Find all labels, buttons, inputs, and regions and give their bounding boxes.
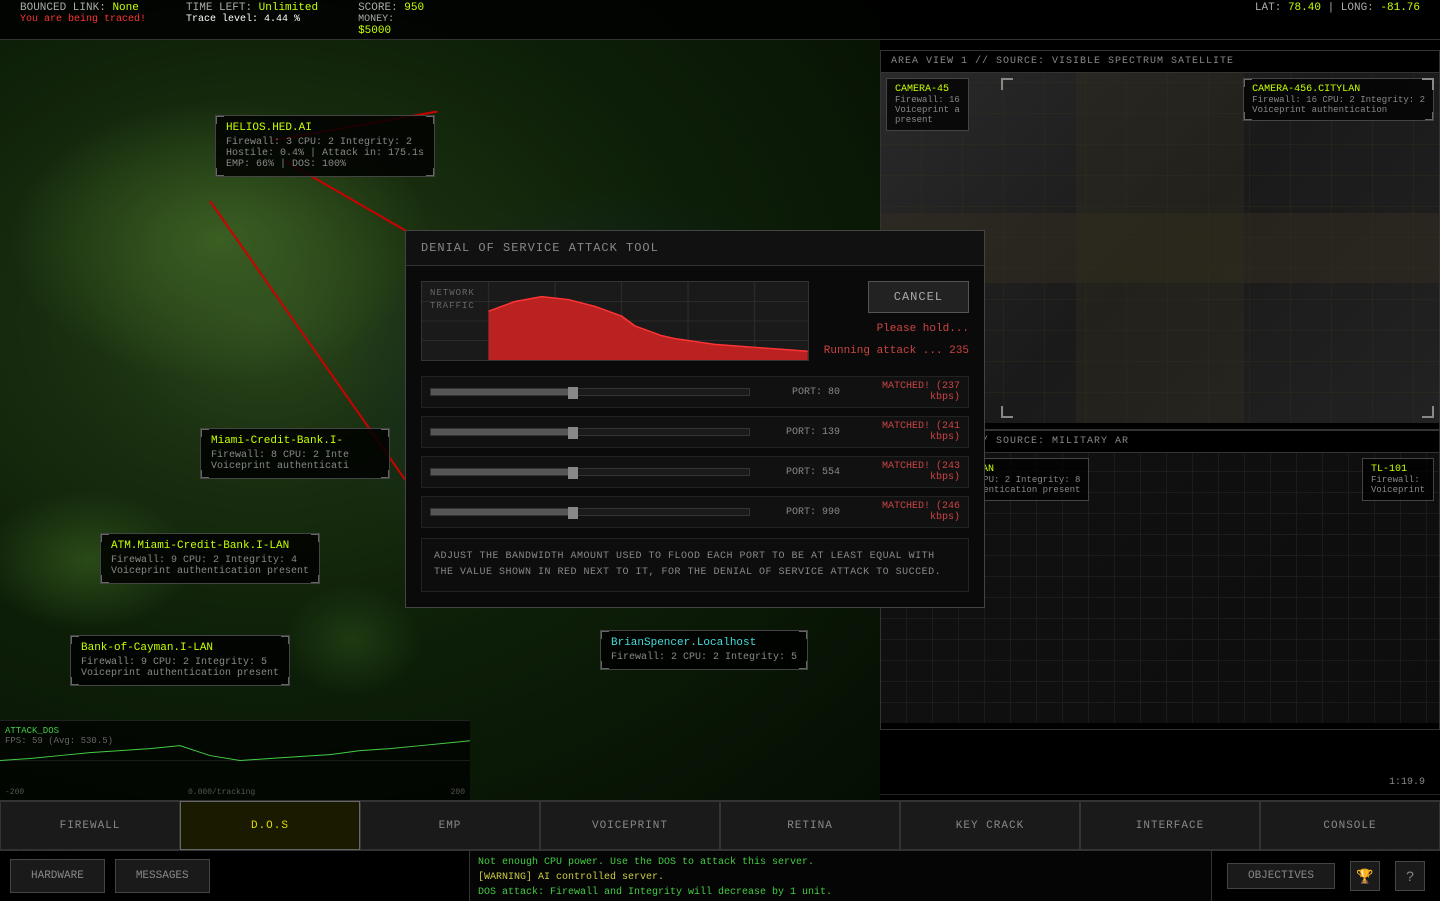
bottom-bar: Firewall D.O.S EMP Voiceprint Retina Key… [0,800,1440,900]
score-info: Score: 950 Money: $5000 [358,2,424,37]
coordinates: LAT: 78.40 | Long: -81.76 [1255,2,1420,37]
trophy-icon-button[interactable]: 🏆 [1350,861,1380,891]
slider-handle-0[interactable] [568,387,578,399]
dos-modal: Denial Of Service attack tool Network Tr… [405,230,985,608]
node-miami-credit[interactable]: Miami-Credit-Bank.I- Firewall: 8 CPU: 2 … [200,428,390,479]
bottom-graph: ATTACK_DOS FPS: 59 (Avg: 530.5) -200 0.0… [0,720,470,800]
node-bank-cayman[interactable]: Bank-of-Cayman.I-LAN Firewall: 9 CPU: 2 … [70,635,290,686]
dos-status-line1: Please hold... [877,323,969,335]
message-3: DOS attack: Firewall and Integrity will … [478,885,1203,900]
slider-track-2[interactable] [430,468,750,476]
traffic-chart: Network Traffic [421,281,809,361]
port-status-0: MATCHED! (237 kbps) [850,381,960,403]
message-1: Not enough CPU power. Use the DOS to att… [478,855,1203,870]
dos-instructions: Adjust the bandwidth amount used to floo… [421,538,969,592]
toolbar-dos[interactable]: D.O.S [180,801,360,850]
area-2-node-tl101[interactable]: TL-101 Firewall: Voiceprint [1362,458,1434,501]
bottom-right: Objectives 🏆 ? [1212,851,1440,901]
time-info: Time left: Unlimited Trace level: 4.44 % [186,2,318,37]
toolbar-key-crack[interactable]: Key Crack [900,801,1080,850]
slider-track-0[interactable] [430,388,750,396]
bounced-link: Bounced link: None You are being traced! [20,2,146,37]
port-status-2: MATCHED! (243 kbps) [850,461,960,483]
dos-title: Denial Of Service attack tool [406,231,984,266]
node-atm-miami[interactable]: ATM.Miami-Credit-Bank.I-LAN Firewall: 9 … [100,533,320,584]
slider-track-3[interactable] [430,508,750,516]
messages-button[interactable]: Messages [115,859,210,893]
port-row-2: PORT: 554 MATCHED! (243 kbps) [421,456,969,488]
port-row-1: PORT: 139 MATCHED! (241 kbps) [421,416,969,448]
toolbar-emp[interactable]: EMP [360,801,540,850]
help-icon-button[interactable]: ? [1395,861,1425,891]
toolbar-interface[interactable]: Interface [1080,801,1260,850]
slider-handle-3[interactable] [568,507,578,519]
top-bar: Bounced link: None You are being traced!… [0,0,1440,40]
toolbar-retina[interactable]: Retina [720,801,900,850]
dos-cancel-area: Cancel Please hold... Running attack ...… [824,281,969,361]
area-1-partial-node: CAMERA-45 Firewall: 16 Voiceprint a pres… [886,78,969,131]
time-display: 1:19.9 [880,770,1440,795]
port-row-0: PORT: 80 MATCHED! (237 kbps) [421,376,969,408]
slider-track-1[interactable] [430,428,750,436]
port-label-0: PORT: 80 [760,387,840,398]
port-label-1: PORT: 139 [760,427,840,438]
toolbar-voiceprint[interactable]: Voiceprint [540,801,720,850]
port-rows: PORT: 80 MATCHED! (237 kbps) PORT: 139 M… [421,376,969,528]
port-status-1: MATCHED! (241 kbps) [850,421,960,443]
toolbar-firewall[interactable]: Firewall [0,801,180,850]
camera-node-1[interactable]: CAMERA-456.CITYLAN Firewall: 16 CPU: 2 I… [1243,78,1434,121]
dos-status-line2: Running attack ... 235 [824,345,969,357]
objectives-button[interactable]: Objectives [1227,863,1335,889]
toolbar-console[interactable]: Console [1260,801,1440,850]
slider-handle-2[interactable] [568,467,578,479]
cancel-button[interactable]: Cancel [868,281,969,313]
bottom-messages: Not enough CPU power. Use the DOS to att… [470,851,1212,901]
area-view-1-header: AREA VIEW 1 // SOURCE: VISIBLE SPECTRUM … [881,51,1439,73]
node-brian[interactable]: BrianSpencer.Localhost Firewall: 2 CPU: … [600,630,808,670]
hardware-button[interactable]: Hardware [10,859,105,893]
port-label-3: PORT: 990 [760,507,840,518]
port-label-2: PORT: 554 [760,467,840,478]
slider-handle-1[interactable] [568,427,578,439]
message-2: [WARNING] AI controlled server. [478,870,1203,885]
node-helios[interactable]: HELIOS.HED.AI Firewall: 3 CPU: 2 Integri… [215,115,435,177]
port-row-3: PORT: 990 MATCHED! (246 kbps) [421,496,969,528]
port-status-3: MATCHED! (246 kbps) [850,501,960,523]
